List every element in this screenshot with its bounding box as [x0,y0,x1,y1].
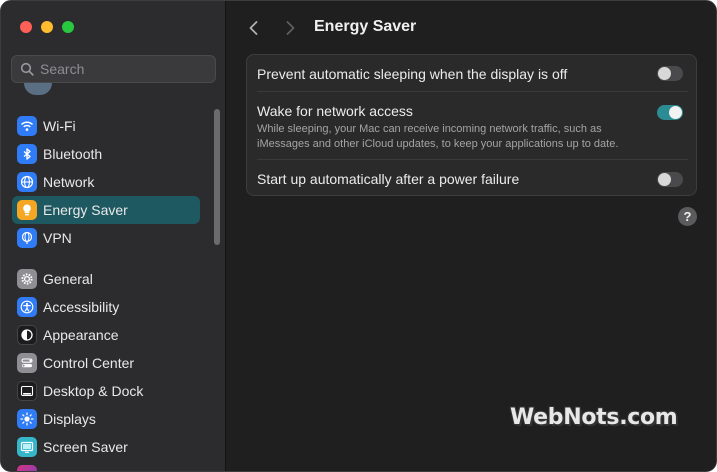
sidebar-item-displays[interactable]: Displays [12,405,200,433]
chevron-left-icon [249,21,258,35]
sidebar-item-label: Displays [43,411,96,427]
sidebar-scrollbar[interactable] [214,109,220,245]
siri-icon [17,465,37,471]
sidebar-item-label: VPN [43,230,72,246]
sidebar: Wi-Fi Bluetooth Network Energy Saver [1,1,226,471]
dock-icon [17,381,37,401]
help-button[interactable]: ? [678,207,697,226]
sidebar-item-label: Desktop & Dock [43,383,144,399]
chevron-right-icon [286,21,295,35]
screen-saver-icon [17,437,37,457]
settings-panel: Prevent automatic sleeping when the disp… [246,54,697,196]
minimize-button[interactable] [41,21,53,33]
setting-row-startup-power: Start up automatically after a power fai… [247,160,696,196]
setting-row-wake-network: Wake for network access While sleeping, … [247,92,696,158]
toggle-knob [658,67,671,80]
sidebar-item-desktop-dock[interactable]: Desktop & Dock [12,377,200,405]
page-title: Energy Saver [314,18,417,35]
toggle-knob [669,106,682,119]
setting-title: Wake for network access [257,103,413,119]
back-button[interactable] [246,18,262,38]
search-field[interactable] [11,55,216,83]
sidebar-item-partial[interactable] [12,461,200,471]
vpn-globe-icon [17,228,37,248]
wifi-icon [17,116,37,136]
sidebar-item-vpn[interactable]: VPN [12,224,200,252]
toggle-knob [658,173,671,186]
sidebar-item-label: Accessibility [43,299,120,315]
bluetooth-icon [17,144,37,164]
sidebar-item-label: Wi-Fi [43,118,76,134]
forward-button[interactable] [282,18,298,38]
sidebar-item-label: Bluetooth [43,146,103,162]
setting-title: Prevent automatic sleeping when the disp… [257,66,568,82]
sidebar-item-general[interactable]: General [12,265,200,293]
wake-network-toggle[interactable] [657,105,683,120]
close-button[interactable] [20,21,32,33]
zoom-button[interactable] [62,21,74,33]
sidebar-item-wifi[interactable]: Wi-Fi [12,112,200,140]
sidebar-item-label: Control Center [43,355,135,371]
sidebar-item-label: Screen Saver [43,439,128,455]
setting-description: While sleeping, your Mac can receive inc… [257,123,619,150]
sidebar-item-control-center[interactable]: Control Center [12,349,200,377]
sidebar-item-energy-saver[interactable]: Energy Saver [12,196,200,224]
sidebar-item-label: General [43,271,93,287]
main-pane: Energy Saver Prevent automatic sleeping … [226,1,716,471]
sidebar-item-accessibility[interactable]: Accessibility [12,293,200,321]
sidebar-item-network[interactable]: Network [12,168,200,196]
setting-row-prevent-sleep: Prevent automatic sleeping when the disp… [247,55,696,91]
sidebar-item-label: Appearance [43,327,119,343]
setting-title: Start up automatically after a power fai… [257,171,520,187]
control-center-icon [17,353,37,373]
prevent-sleep-toggle[interactable] [657,66,683,81]
lightbulb-icon [17,200,37,220]
sun-icon [17,409,37,429]
startup-power-toggle[interactable] [657,172,683,187]
gear-icon [17,269,37,289]
sidebar-item-screen-saver[interactable]: Screen Saver [12,433,200,461]
globe-icon [17,172,37,192]
appearance-icon [17,325,37,345]
sidebar-item-appearance[interactable]: Appearance [12,321,200,349]
sidebar-item-label: Energy Saver [43,202,128,218]
avatar[interactable] [24,83,52,95]
sidebar-item-bluetooth[interactable]: Bluetooth [12,140,200,168]
window-controls [20,21,74,33]
watermark: WebNots.com [510,405,678,430]
settings-window: Wi-Fi Bluetooth Network Energy Saver [0,0,717,472]
search-input[interactable] [40,61,210,77]
search-icon [20,62,34,76]
accessibility-icon [17,297,37,317]
sidebar-item-label: Network [43,174,95,190]
